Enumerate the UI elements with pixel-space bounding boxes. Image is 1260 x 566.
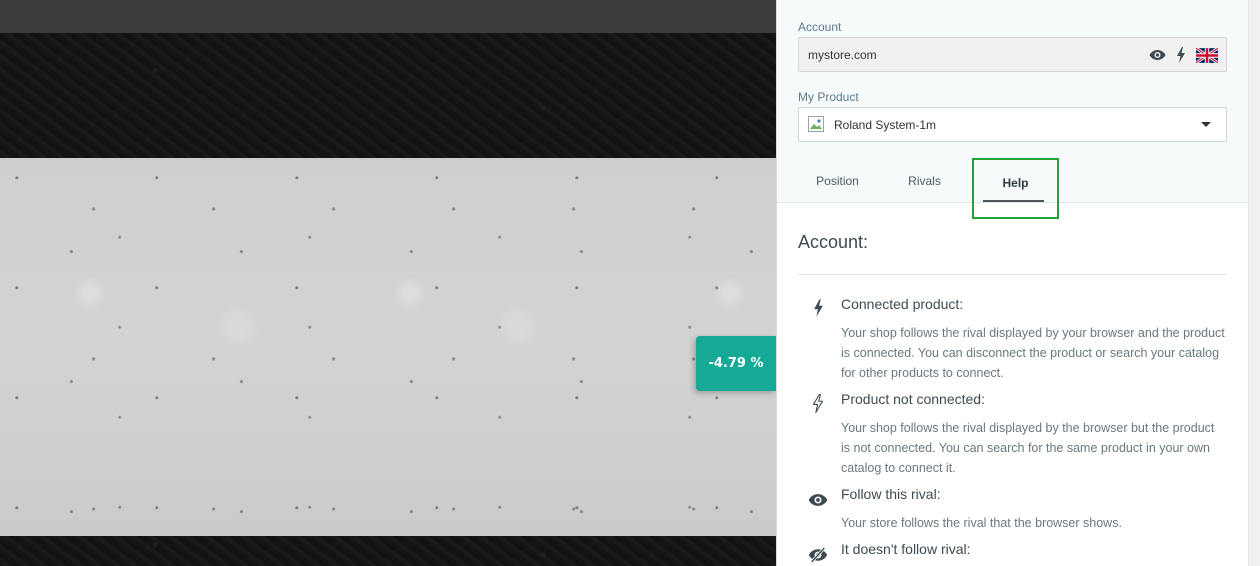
panel-tabs: Position Rivals Help bbox=[798, 158, 1059, 219]
uk-flag-icon[interactable] bbox=[1196, 47, 1218, 63]
tab-position[interactable]: Position bbox=[798, 158, 877, 203]
account-actions bbox=[1149, 44, 1218, 66]
eye-slash-icon bbox=[806, 545, 830, 565]
help-item-title: Follow this rival: bbox=[841, 486, 941, 502]
lightning-icon[interactable] bbox=[1176, 47, 1186, 63]
page-hero-image bbox=[0, 158, 776, 536]
product-selected-value: Roland System-1m bbox=[834, 118, 937, 132]
help-item-title: It doesn't follow rival: bbox=[841, 541, 971, 557]
product-thumbnail-icon bbox=[808, 116, 824, 132]
help-content: Account: bbox=[798, 232, 1227, 253]
account-value: mystore.com bbox=[808, 48, 877, 62]
help-item-description: Your shop follows the rival displayed by… bbox=[841, 421, 1215, 475]
eye-icon bbox=[806, 490, 830, 510]
help-item-description: Your store follows the rival that the br… bbox=[841, 516, 1122, 530]
panel-header: Account mystore.com My Product Roland Sy… bbox=[777, 0, 1248, 219]
product-label: My Product bbox=[798, 90, 859, 104]
price-difference-badge[interactable]: -4.79 % bbox=[696, 336, 776, 391]
help-section-title: Account: bbox=[798, 232, 869, 252]
divider bbox=[798, 274, 1227, 275]
account-field[interactable]: mystore.com bbox=[798, 37, 1227, 72]
help-item-title: Connected product: bbox=[841, 296, 964, 312]
tab-rivals[interactable]: Rivals bbox=[877, 158, 972, 203]
extension-panel: Account mystore.com My Product Roland Sy… bbox=[776, 0, 1248, 566]
panel-scrollbar[interactable] bbox=[1248, 0, 1260, 566]
product-select[interactable]: Roland System-1m bbox=[798, 107, 1227, 142]
lightning-filled-icon bbox=[806, 298, 830, 318]
tab-help[interactable]: Help bbox=[972, 158, 1059, 219]
help-item-title: Product not connected: bbox=[841, 391, 985, 407]
browser-page-topbar bbox=[0, 0, 776, 33]
page-dark-band-bottom bbox=[0, 536, 776, 566]
lightning-outline-icon bbox=[806, 393, 830, 413]
help-item-description: Your shop follows the rival displayed by… bbox=[841, 326, 1225, 380]
chevron-down-icon[interactable] bbox=[1201, 122, 1211, 127]
eye-icon[interactable] bbox=[1149, 49, 1166, 61]
account-label: Account bbox=[798, 20, 842, 34]
page-dark-band-top bbox=[0, 33, 776, 158]
